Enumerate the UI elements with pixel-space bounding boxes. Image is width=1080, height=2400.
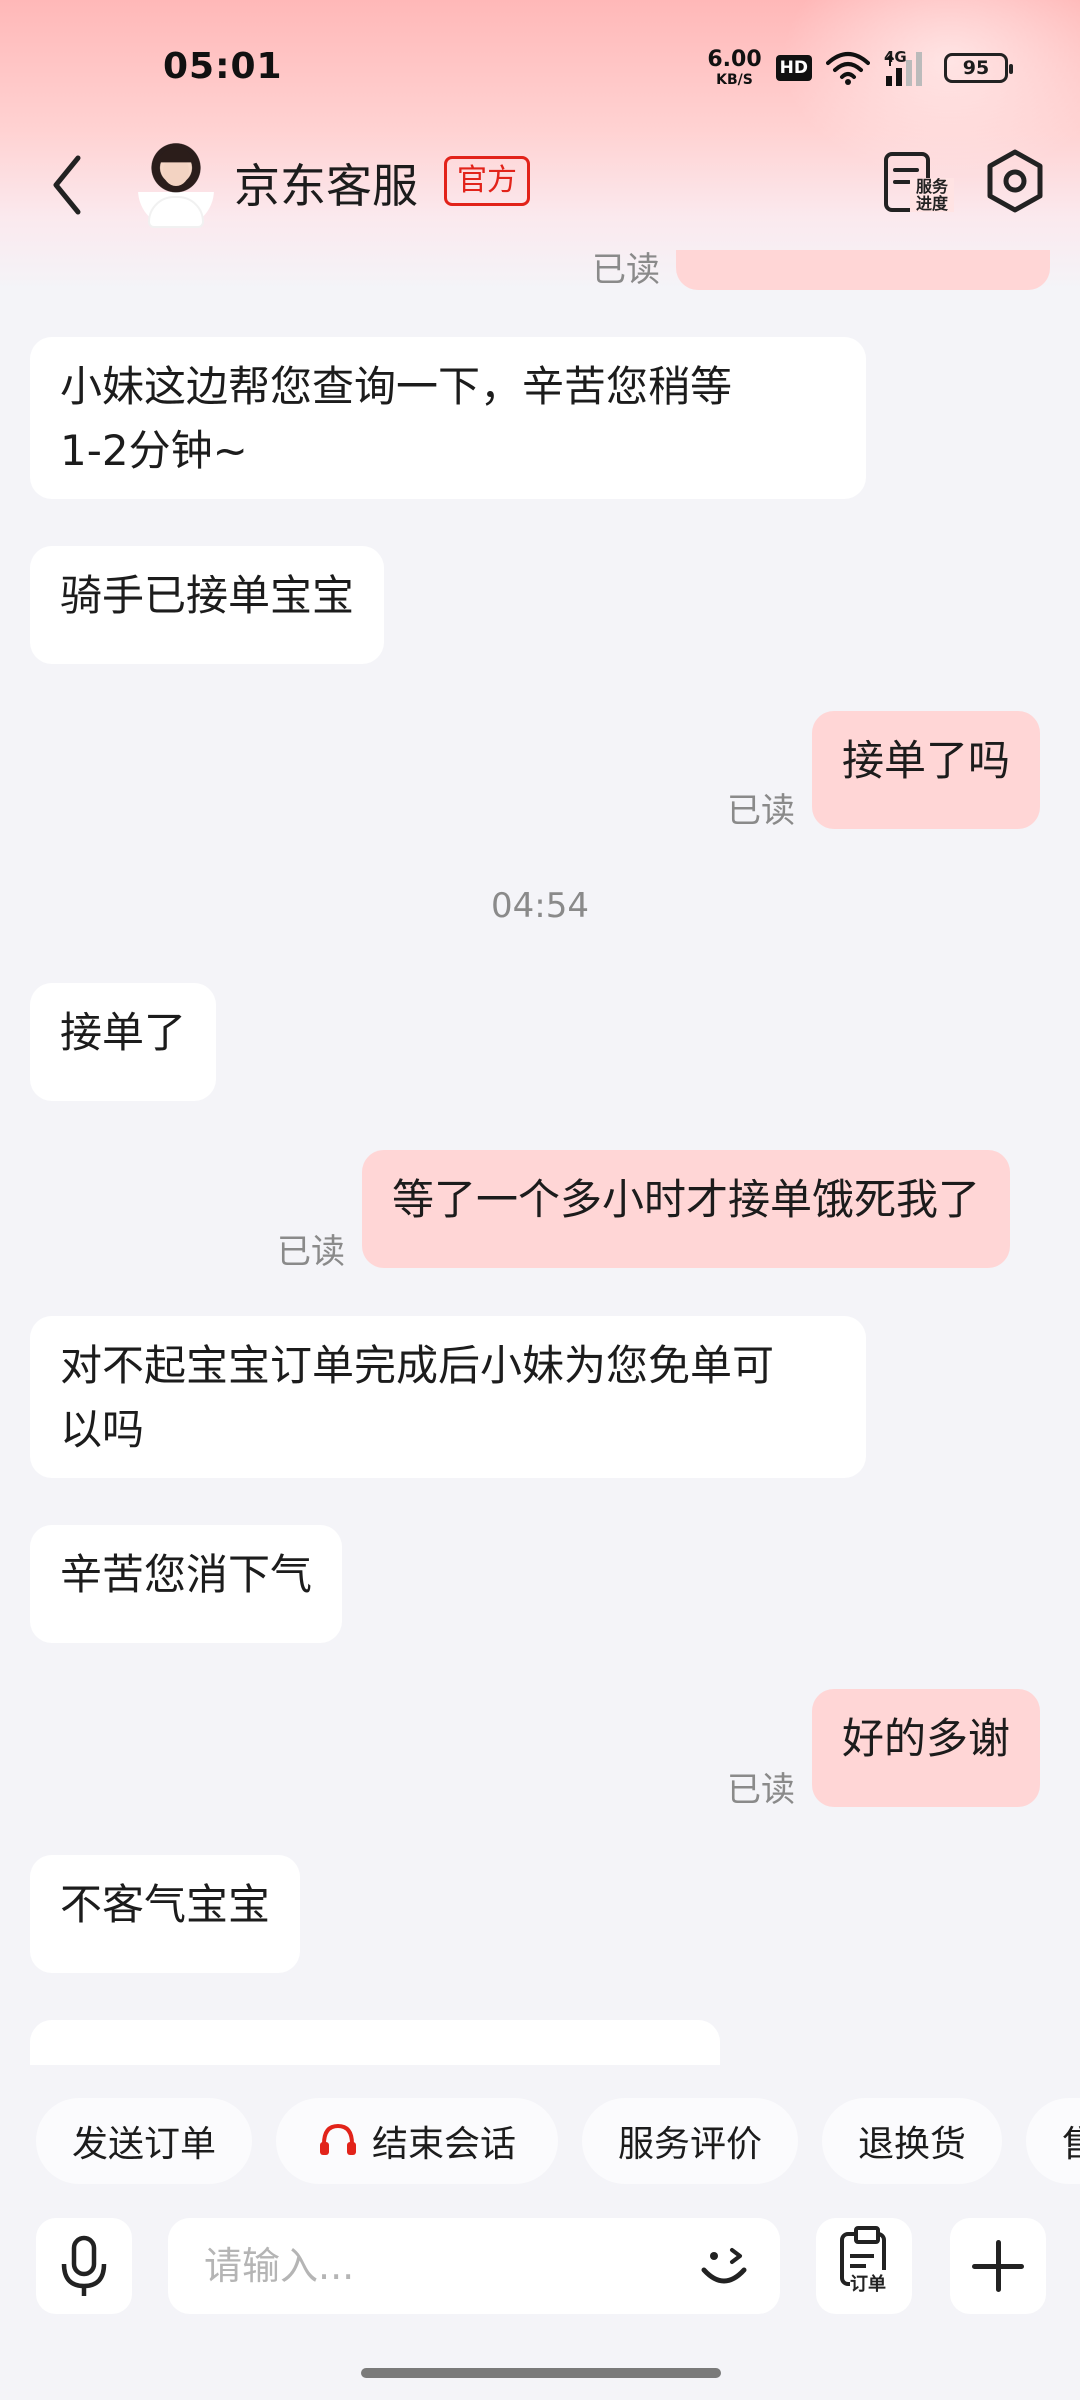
after-sales-chip[interactable]: 售 <box>1026 2098 1080 2184</box>
message-bubble-incoming[interactable]: 不客气宝宝 <box>30 1855 301 1973</box>
message-bubble-partial <box>30 2020 720 2065</box>
message-bubble-incoming[interactable]: 接单了 <box>30 983 217 1101</box>
settings-icon[interactable] <box>984 148 1046 214</box>
chip-label: 退换货 <box>857 2124 966 2165</box>
more-options-button[interactable] <box>950 2218 1046 2314</box>
message-bubble-incoming[interactable]: 骑手已接单宝宝 <box>30 546 385 664</box>
message-bubble-incoming[interactable]: 辛苦您消下气 <box>30 1525 343 1643</box>
status-bar: 05:01 6.00 KB/S HD 4G 95 <box>0 0 1080 130</box>
message-bubble-outgoing[interactable]: 等了一个多小时才接单饿死我了 <box>362 1150 1011 1268</box>
message-list[interactable]: 已读 小妹这边帮您查询一下，辛苦您稍等 1-2分钟~ 骑手已接单宝宝 已读 接单… <box>0 250 1080 2065</box>
send-order-chip[interactable]: 发送订单 <box>36 2098 252 2184</box>
voice-input-button[interactable] <box>36 2218 132 2314</box>
message-input-field[interactable] <box>168 2218 780 2314</box>
order-label: 订单 <box>850 2270 886 2296</box>
emoji-icon[interactable] <box>696 2240 752 2296</box>
chip-label: 发送订单 <box>71 2124 216 2165</box>
message-text: 接单了吗 <box>842 736 1011 785</box>
message-bubble-partial <box>676 250 1050 290</box>
service-progress-label: 服务进度 <box>910 178 954 212</box>
agent-avatar[interactable] <box>138 142 214 228</box>
message-text: 不客气宝宝 <box>60 1880 271 1929</box>
message-bubble-incoming[interactable]: 对不起宝宝订单完成后小妹为您免单可 以吗 <box>30 1316 866 1478</box>
message-bubble-incoming[interactable]: 小妹这边帮您查询一下，辛苦您稍等 1-2分钟~ <box>30 337 866 499</box>
message-bubble-outgoing[interactable]: 好的多谢 <box>812 1689 1041 1807</box>
composer: 订单 <box>0 2210 1080 2320</box>
message-text: 等了一个多小时才接单饿死我了 <box>392 1175 981 1224</box>
message-text: 小妹这边帮您查询一下，辛苦您稍等 1-2分钟~ <box>60 362 733 475</box>
hd-icon: HD <box>775 55 812 81</box>
return-exchange-chip[interactable]: 退换货 <box>822 2098 1002 2184</box>
chip-label: 结束会话 <box>371 2124 516 2165</box>
message-text: 接单了 <box>60 1008 187 1057</box>
message-bubble-outgoing[interactable]: 接单了吗 <box>812 711 1041 829</box>
end-session-chip[interactable]: 结束会话 <box>276 2098 558 2184</box>
official-badge: 官方 <box>444 156 530 206</box>
message-input[interactable] <box>204 2236 624 2296</box>
chip-label: 售 <box>1062 2115 1080 2167</box>
order-button[interactable]: 订单 <box>816 2218 912 2314</box>
message-text: 辛苦您消下气 <box>60 1550 313 1599</box>
quick-actions-bar: 发送订单 结束会话 服务评价 退换货 售 <box>0 2098 1080 2188</box>
network-speed-unit: KB/S <box>716 72 753 88</box>
service-rating-chip[interactable]: 服务评价 <box>582 2098 798 2184</box>
home-indicator[interactable] <box>361 2368 721 2378</box>
battery-icon: 95 <box>944 53 1013 83</box>
status-icons: 6.00 KB/S HD 4G 95 <box>707 46 1013 90</box>
microphone-icon <box>61 2235 107 2296</box>
read-receipt: 已读 <box>592 250 660 290</box>
message-text: 好的多谢 <box>842 1714 1011 1763</box>
read-receipt: 已读 <box>727 791 795 831</box>
headset-icon <box>319 2123 356 2155</box>
message-timestamp: 04:54 <box>491 886 589 926</box>
chip-label: 服务评价 <box>617 2124 762 2165</box>
chat-title: 京东客服 <box>234 159 418 213</box>
cellular-signal-icon: 4G <box>884 48 930 88</box>
status-time: 05:01 <box>163 46 283 87</box>
back-arrow-icon[interactable] <box>48 150 88 220</box>
message-text: 对不起宝宝订单完成后小妹为您免单可 以吗 <box>60 1341 775 1454</box>
network-speed-value: 6.00 <box>707 47 762 72</box>
message-text: 骑手已接单宝宝 <box>60 571 355 620</box>
chat-header: 京东客服 官方 服务进度 <box>0 130 1080 240</box>
read-receipt: 已读 <box>277 1232 345 1272</box>
read-receipt: 已读 <box>727 1770 795 1810</box>
battery-level: 95 <box>962 57 990 79</box>
network-speed: 6.00 KB/S <box>707 47 762 88</box>
service-progress-button[interactable]: 服务进度 <box>880 150 954 220</box>
wifi-icon <box>826 52 870 85</box>
